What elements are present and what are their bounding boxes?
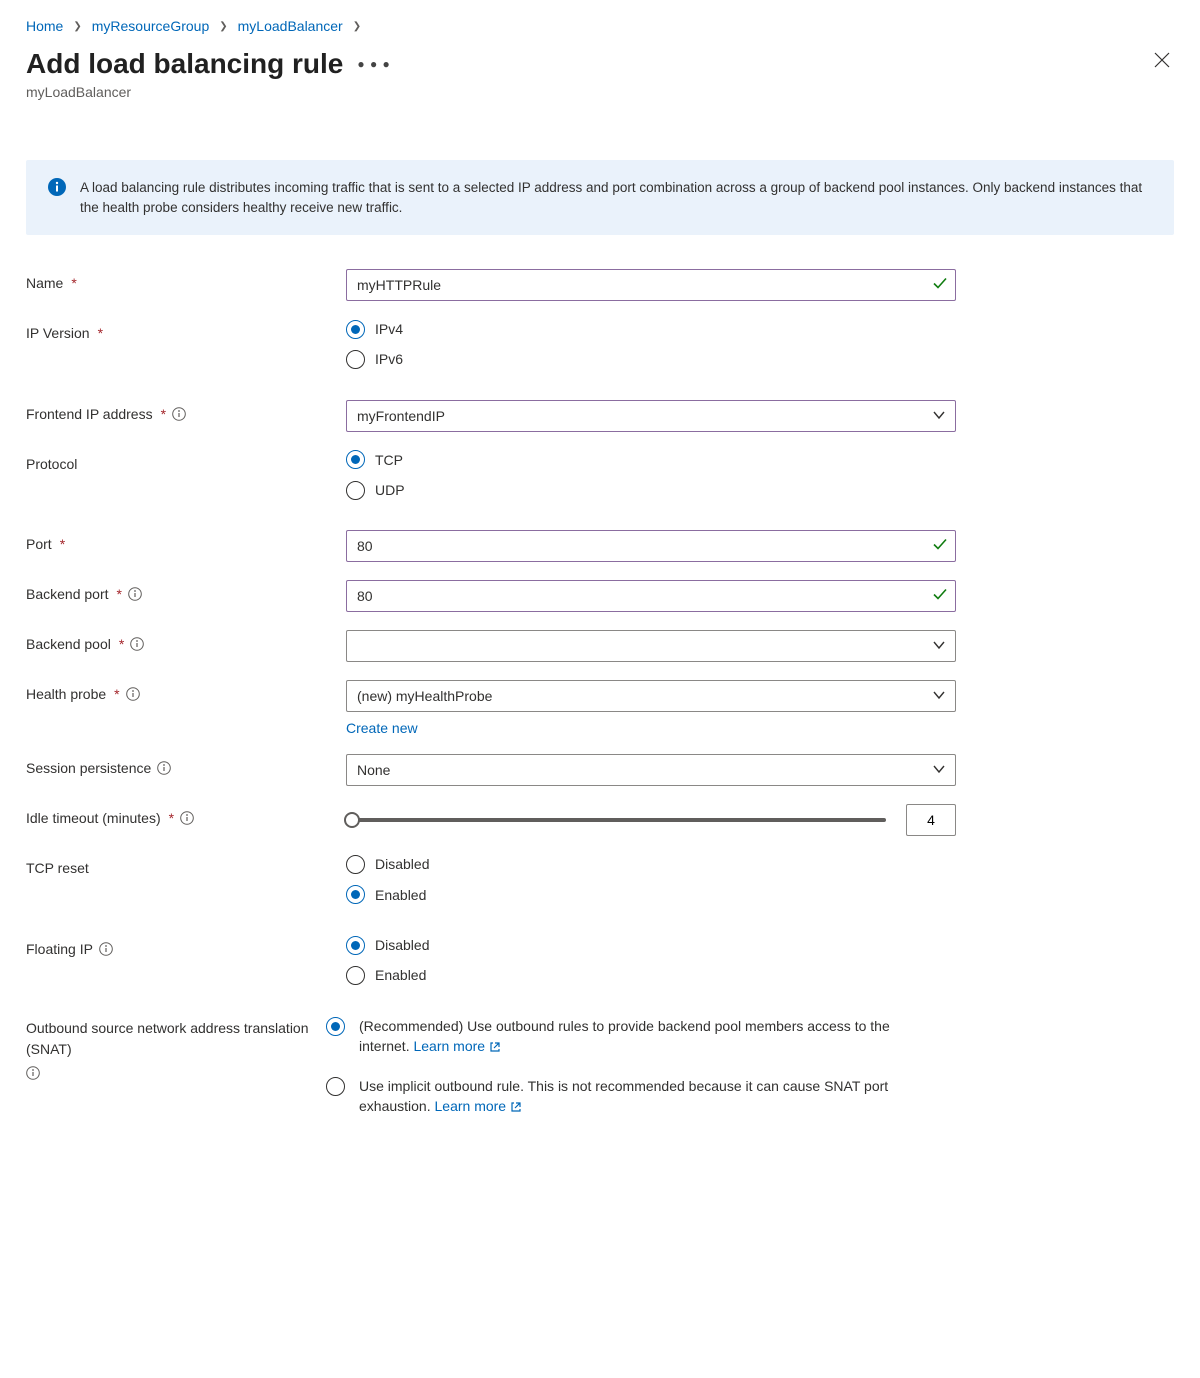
frontendip-label: Frontend IP address (26, 406, 153, 422)
close-icon[interactable] (1150, 48, 1174, 76)
info-circle-icon[interactable] (26, 1066, 40, 1080)
learn-more-link[interactable]: Learn more (413, 1038, 501, 1054)
breadcrumb-sep: ❯ (349, 21, 365, 32)
required-icon: * (169, 810, 174, 826)
required-icon: * (117, 586, 122, 602)
required-icon: * (114, 686, 119, 702)
ipv6-label: IPv6 (375, 349, 403, 369)
slider-thumb[interactable] (344, 812, 360, 828)
info-circle-icon[interactable] (130, 637, 144, 651)
tcp-label: TCP (375, 450, 403, 470)
backendpool-label: Backend pool (26, 636, 111, 652)
check-icon (932, 537, 948, 556)
breadcrumb: Home ❯ myResourceGroup ❯ myLoadBalancer … (26, 16, 1174, 48)
backendport-label: Backend port (26, 586, 109, 602)
ipversion-label: IP Version (26, 325, 90, 341)
snat-implicit-label: Use implicit outbound rule. This is not … (359, 1076, 944, 1119)
check-icon (932, 587, 948, 606)
tcpreset-label: TCP reset (26, 860, 89, 876)
required-icon: * (71, 275, 76, 291)
sessionpersistence-label: Session persistence (26, 760, 151, 776)
protocol-udp-radio[interactable]: UDP (346, 480, 1174, 500)
info-banner: A load balancing rule distributes incomi… (26, 160, 1174, 235)
page-subtitle: myLoadBalancer (26, 84, 391, 100)
floatingip-enabled-radio[interactable]: Enabled (346, 965, 1174, 985)
healthprobe-select[interactable]: (new) myHealthProbe (346, 680, 956, 712)
sessionpersistence-select[interactable]: None (346, 754, 956, 786)
breadcrumb-link-home[interactable]: Home (26, 18, 63, 34)
required-icon: * (119, 636, 124, 652)
chevron-down-icon (933, 688, 945, 704)
udp-label: UDP (375, 480, 405, 500)
disabled-label: Disabled (375, 854, 429, 874)
external-link-icon (489, 1038, 501, 1058)
info-circle-icon[interactable] (172, 407, 186, 421)
chevron-down-icon (933, 638, 945, 654)
external-link-icon (510, 1098, 522, 1118)
snat-implicit-radio[interactable]: Use implicit outbound rule. This is not … (326, 1076, 944, 1119)
tcpreset-enabled-radio[interactable]: Enabled (346, 885, 1174, 905)
breadcrumb-link-rg[interactable]: myResourceGroup (92, 18, 210, 34)
ipversion-ipv6-radio[interactable]: IPv6 (346, 349, 1174, 369)
healthprobe-value: (new) myHealthProbe (357, 688, 492, 704)
info-circle-icon[interactable] (128, 587, 142, 601)
name-input[interactable] (346, 269, 956, 301)
idletimeout-value-input[interactable] (906, 804, 956, 836)
required-icon: * (60, 536, 65, 552)
idletimeout-slider[interactable] (346, 818, 886, 822)
info-icon (48, 178, 66, 199)
sessionpersistence-value: None (357, 762, 390, 778)
tcpreset-disabled-radio[interactable]: Disabled (346, 854, 1174, 874)
idletimeout-label: Idle timeout (minutes) (26, 810, 161, 826)
port-label: Port (26, 536, 52, 552)
floatingip-label: Floating IP (26, 941, 93, 957)
breadcrumb-link-lb[interactable]: myLoadBalancer (238, 18, 343, 34)
snat-recommended-radio[interactable]: (Recommended) Use outbound rules to prov… (326, 1016, 944, 1059)
breadcrumb-sep: ❯ (215, 21, 231, 32)
info-text: A load balancing rule distributes incomi… (80, 178, 1152, 217)
name-label: Name (26, 275, 63, 291)
page-title: Add load balancing rule (26, 48, 343, 80)
backendpool-select[interactable] (346, 630, 956, 662)
protocol-label: Protocol (26, 456, 77, 472)
check-icon (932, 276, 948, 295)
snat-recommended-label: (Recommended) Use outbound rules to prov… (359, 1016, 944, 1059)
port-input[interactable] (346, 530, 956, 562)
info-circle-icon[interactable] (157, 761, 171, 775)
chevron-down-icon (933, 408, 945, 424)
frontendip-value: myFrontendIP (357, 408, 445, 424)
healthprobe-label: Health probe (26, 686, 106, 702)
chevron-down-icon (933, 762, 945, 778)
more-icon[interactable]: ● ● ● (357, 57, 390, 71)
ipversion-ipv4-radio[interactable]: IPv4 (346, 319, 1174, 339)
learn-more-link[interactable]: Learn more (435, 1098, 523, 1114)
protocol-tcp-radio[interactable]: TCP (346, 450, 1174, 470)
info-circle-icon[interactable] (99, 942, 113, 956)
required-icon: * (161, 406, 166, 422)
disabled-label: Disabled (375, 935, 429, 955)
enabled-label: Enabled (375, 965, 426, 985)
frontendip-select[interactable]: myFrontendIP (346, 400, 956, 432)
enabled-label: Enabled (375, 885, 426, 905)
info-circle-icon[interactable] (180, 811, 194, 825)
breadcrumb-sep: ❯ (69, 21, 85, 32)
required-icon: * (98, 325, 103, 341)
snat-label: Outbound source network address translat… (26, 1018, 326, 1060)
backendport-input[interactable] (346, 580, 956, 612)
create-new-link[interactable]: Create new (346, 720, 418, 736)
info-circle-icon[interactable] (126, 687, 140, 701)
floatingip-disabled-radio[interactable]: Disabled (346, 935, 1174, 955)
ipv4-label: IPv4 (375, 319, 403, 339)
